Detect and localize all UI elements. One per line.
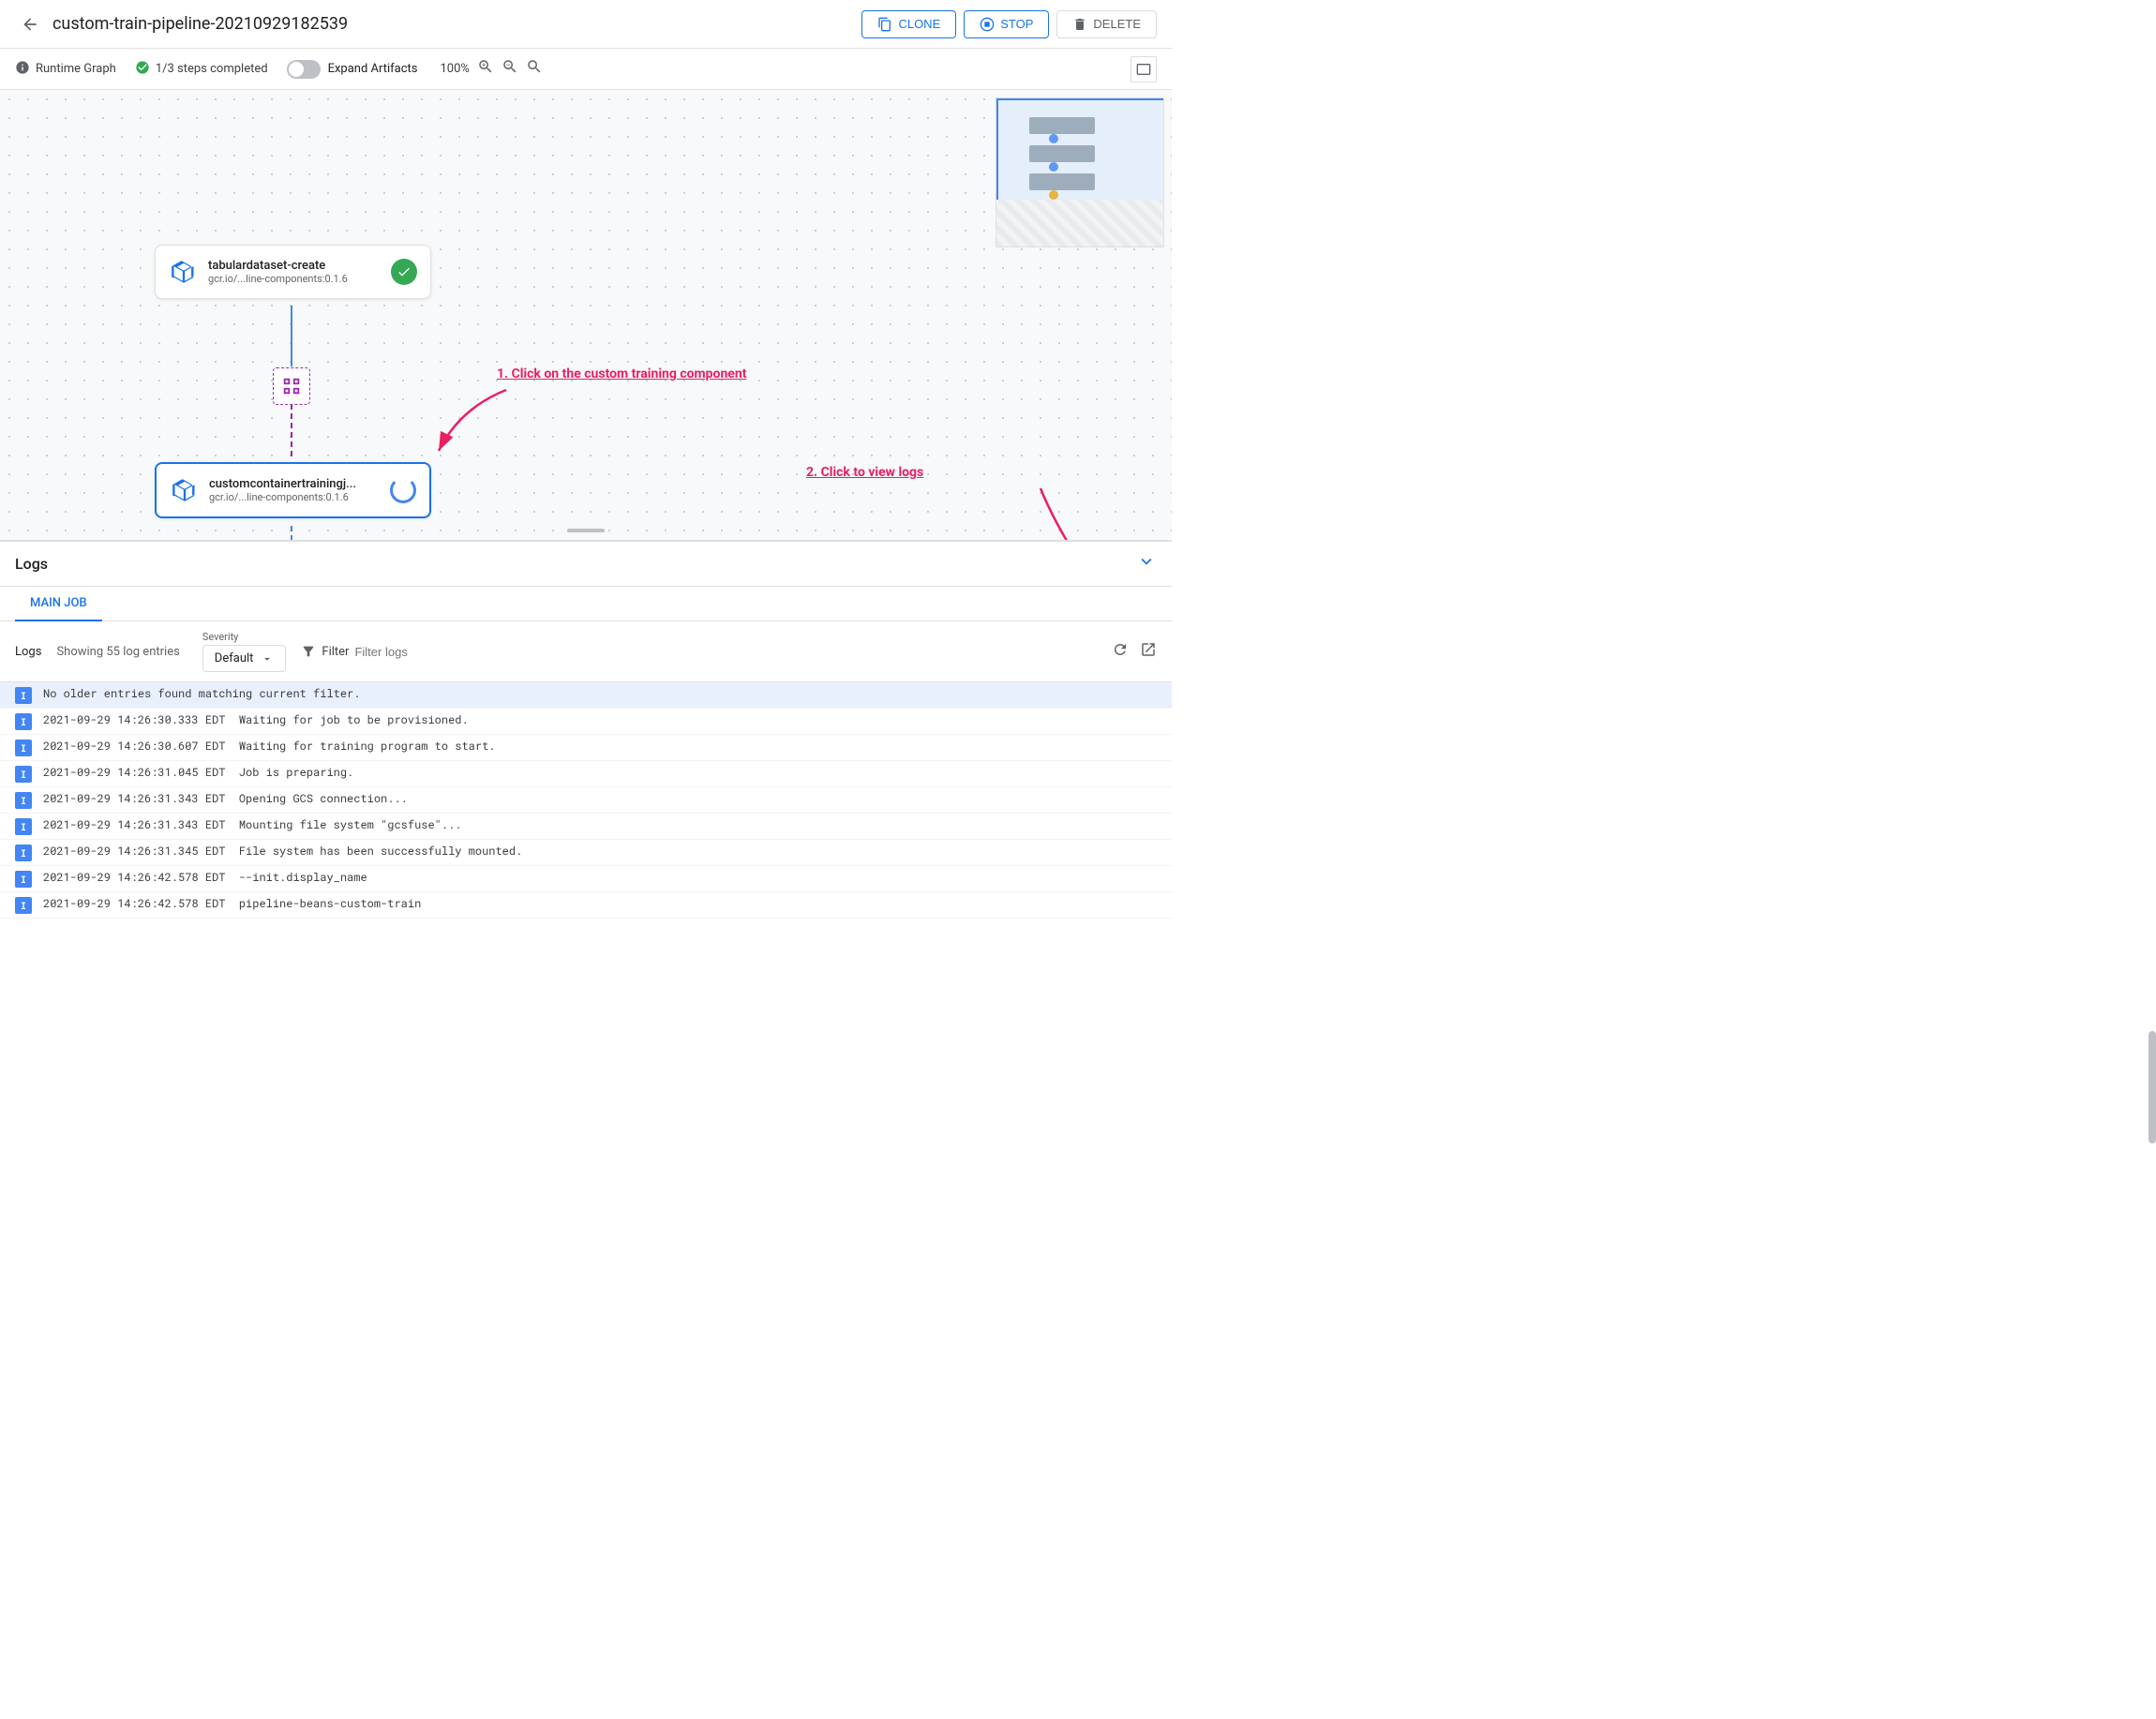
log-entry: I 2021-09-29 14:26:42.578 EDT pipeline-be… bbox=[0, 892, 1172, 919]
header: custom-train-pipeline-20210929182539 CLO… bbox=[0, 0, 1172, 49]
stop-button[interactable]: STOP bbox=[964, 10, 1049, 38]
info-icon bbox=[15, 60, 30, 79]
log-text: 2021-09-29 14:26:42.578 EDT pipeline-bea… bbox=[43, 896, 421, 911]
zoom-in-button[interactable] bbox=[477, 58, 494, 80]
log-text: No older entries found matching current … bbox=[43, 686, 360, 701]
log-text: 2021-09-29 14:26:31.345 EDT File system … bbox=[43, 844, 522, 859]
toolbar-right bbox=[1130, 56, 1157, 82]
log-icon: I bbox=[15, 871, 32, 888]
severity-label: Severity bbox=[202, 631, 287, 643]
node-info-2: customcontainertrainingj... gcr.io/...li… bbox=[209, 477, 381, 503]
log-text: 2021-09-29 14:26:31.343 EDT Opening GCS … bbox=[43, 791, 408, 806]
node-info-1: tabulardataset-create gcr.io/...line-com… bbox=[208, 259, 382, 285]
zoom-controls: 100% bbox=[441, 58, 543, 80]
node-tabulardataset-create[interactable]: tabulardataset-create gcr.io/...line-com… bbox=[155, 245, 431, 299]
log-text: 2021-09-29 14:26:31.045 EDT Job is prepa… bbox=[43, 765, 353, 780]
back-button[interactable] bbox=[15, 9, 45, 39]
log-icon: I bbox=[15, 818, 32, 835]
log-entry: I No older entries found matching current… bbox=[0, 682, 1172, 709]
log-entry: I 2021-09-29 14:26:42.578 EDT --init.disp… bbox=[0, 866, 1172, 892]
severity-select[interactable]: Default bbox=[202, 645, 287, 672]
log-icon: I bbox=[15, 766, 32, 783]
zoom-reset-button[interactable] bbox=[526, 58, 543, 80]
logs-expand-button[interactable] bbox=[1136, 551, 1157, 576]
canvas-area[interactable]: tabulardataset-create gcr.io/...line-com… bbox=[0, 90, 1172, 540]
logs-label: Logs bbox=[15, 645, 41, 659]
toggle-switch[interactable] bbox=[287, 60, 321, 79]
logs-tabs: MAIN JOB bbox=[0, 587, 1172, 621]
toolbar: Runtime Graph 1/3 steps completed Expand… bbox=[0, 49, 1172, 90]
main-container: tabulardataset-create gcr.io/...line-com… bbox=[0, 90, 1172, 1719]
logs-count: Showing 55 log entries bbox=[56, 645, 179, 659]
node-intermediate[interactable] bbox=[273, 367, 310, 405]
annotation-arrow-2 bbox=[806, 479, 1125, 540]
filter-button[interactable]: Filter bbox=[301, 644, 519, 659]
scroll-handle bbox=[567, 529, 605, 532]
log-text: 2021-09-29 14:26:42.578 EDT --init.displ… bbox=[43, 870, 367, 885]
node-customcontainertraining[interactable]: customcontainertrainingj... gcr.io/...li… bbox=[155, 462, 431, 518]
severity-group: Severity Default bbox=[202, 631, 287, 672]
log-icon: I bbox=[15, 897, 32, 914]
header-actions: CLONE STOP DELETE bbox=[861, 10, 1157, 38]
log-entry: I 2021-09-29 14:26:31.343 EDT Mounting fi… bbox=[0, 814, 1172, 840]
log-text: 2021-09-29 14:26:30.607 EDT Waiting for … bbox=[43, 739, 495, 754]
node-status-running bbox=[390, 477, 416, 503]
log-text: 2021-09-29 14:26:30.333 EDT Waiting for … bbox=[43, 712, 469, 727]
log-icon: I bbox=[15, 740, 32, 756]
minimap[interactable] bbox=[996, 97, 1164, 247]
annotation-arrow-1 bbox=[431, 381, 525, 474]
open-external-logs-button[interactable] bbox=[1140, 641, 1157, 663]
minimap-content bbox=[996, 98, 1163, 247]
log-icon: I bbox=[15, 845, 32, 861]
refresh-logs-button[interactable] bbox=[1112, 641, 1129, 663]
log-entry: I 2021-09-29 14:26:31.343 EDT Opening GCS… bbox=[0, 787, 1172, 814]
log-entry: I 2021-09-29 14:26:31.345 EDT File system… bbox=[0, 840, 1172, 866]
log-icon: I bbox=[15, 687, 32, 704]
node-cube-icon-2 bbox=[170, 475, 200, 505]
expand-artifacts-toggle[interactable]: Expand Artifacts bbox=[287, 60, 418, 79]
log-icon: I bbox=[15, 792, 32, 809]
logs-section: Logs MAIN JOB Logs Showing 55 log entrie… bbox=[0, 540, 1172, 1719]
tab-main-job[interactable]: MAIN JOB bbox=[15, 587, 102, 621]
log-icon: I bbox=[15, 713, 32, 730]
filter-input[interactable] bbox=[354, 645, 519, 659]
logs-header: Logs bbox=[0, 542, 1172, 587]
logs-body[interactable]: I No older entries found matching current… bbox=[0, 682, 1172, 1719]
log-entry: I 2021-09-29 14:26:30.607 EDT Waiting for… bbox=[0, 735, 1172, 761]
log-entry: I 2021-09-29 14:26:31.045 EDT Job is prep… bbox=[0, 761, 1172, 787]
logs-title: Logs bbox=[15, 555, 48, 573]
delete-button[interactable]: DELETE bbox=[1056, 10, 1157, 38]
fullscreen-button[interactable] bbox=[1130, 56, 1157, 82]
annotation-step1: 1. Click on the custom training componen… bbox=[497, 366, 746, 381]
log-entry: I 2021-09-29 14:26:30.333 EDT Waiting for… bbox=[0, 709, 1172, 735]
page-title: custom-train-pipeline-20210929182539 bbox=[52, 14, 861, 34]
zoom-out-button[interactable] bbox=[502, 58, 518, 80]
clone-button[interactable]: CLONE bbox=[861, 10, 956, 38]
severity-value: Default bbox=[215, 651, 254, 665]
runtime-graph-btn[interactable]: Runtime Graph bbox=[15, 60, 116, 79]
logs-controls: Logs Showing 55 log entries Severity Def… bbox=[0, 621, 1172, 682]
logs-actions bbox=[1112, 641, 1157, 663]
log-text: 2021-09-29 14:26:31.343 EDT Mounting fil… bbox=[43, 817, 461, 832]
annotation-step2: 2. Click to view logs bbox=[806, 465, 923, 480]
zoom-level: 100% bbox=[441, 62, 470, 76]
node-cube-icon-1 bbox=[169, 257, 199, 287]
check-circle-icon bbox=[135, 60, 150, 79]
steps-completed: 1/3 steps completed bbox=[135, 60, 268, 79]
node-status-success bbox=[391, 259, 417, 285]
